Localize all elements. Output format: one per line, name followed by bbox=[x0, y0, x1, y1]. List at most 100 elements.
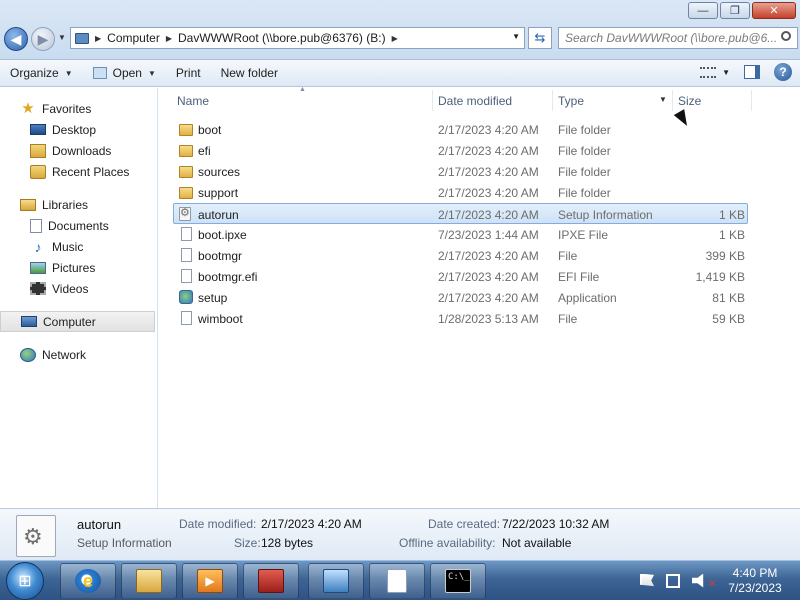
taskbar-remote-desktop[interactable] bbox=[308, 563, 364, 599]
file-date-modified: 2/17/2023 4:20 AM bbox=[438, 186, 539, 200]
file-row[interactable]: setup 2/17/2023 4:20 AM Application 81 KB bbox=[159, 287, 800, 308]
internet-explorer-icon: e bbox=[75, 569, 101, 593]
command-bar: Organize ▼ Open ▼ Print New folder ▼ ? bbox=[0, 60, 800, 87]
file-row[interactable]: support 2/17/2023 4:20 AM File folder bbox=[159, 182, 800, 203]
column-filter-dropdown-icon[interactable]: ▼ bbox=[659, 95, 667, 104]
file-size: 81 KB bbox=[712, 291, 745, 305]
remote-desktop-icon bbox=[323, 569, 349, 593]
clock[interactable]: 4:40 PM 7/23/2023 bbox=[720, 566, 790, 596]
desktop-icon bbox=[30, 124, 46, 135]
file-type: File folder bbox=[558, 123, 611, 137]
setup-app-icon bbox=[179, 290, 193, 304]
taskbar-windows-explorer[interactable] bbox=[121, 563, 177, 599]
file-date-modified: 2/17/2023 4:20 AM bbox=[438, 291, 539, 305]
maximize-button[interactable]: ❐ bbox=[720, 2, 750, 19]
open-icon bbox=[92, 67, 107, 79]
nav-computer[interactable]: Computer bbox=[0, 311, 155, 332]
start-button[interactable]: ⊞ bbox=[6, 562, 44, 600]
file-row[interactable]: bootmgr.efi 2/17/2023 4:20 AM EFI File 1,41… bbox=[159, 266, 800, 287]
taskbar-command-prompt[interactable]: C:\_ bbox=[430, 563, 486, 599]
breadcrumb-chevron-icon[interactable]: ▶ bbox=[95, 34, 101, 43]
open-button[interactable]: Open ▼ bbox=[83, 60, 166, 86]
file-row[interactable]: sources 2/17/2023 4:20 AM File folder bbox=[159, 161, 800, 182]
nav-music[interactable]: ♪ Music bbox=[0, 236, 157, 257]
nav-network[interactable]: Network bbox=[0, 344, 157, 365]
column-header-type[interactable]: Type bbox=[558, 94, 584, 108]
file-row[interactable]: bootmgr 2/17/2023 4:20 AM File 399 KB bbox=[159, 245, 800, 266]
nav-favorites[interactable]: ★ Favorites bbox=[0, 98, 157, 119]
file-row[interactable]: boot.ipxe 7/23/2023 1:44 AM IPXE File 1 KB bbox=[159, 224, 800, 245]
address-bar[interactable]: ▶ Computer ▶ DavWWWRoot (\\bore.pub@6376… bbox=[70, 27, 525, 49]
documents-icon bbox=[30, 218, 42, 233]
column-divider[interactable] bbox=[432, 90, 433, 111]
computer-icon bbox=[21, 316, 37, 327]
file-name: boot.ipxe bbox=[198, 228, 247, 242]
file-row[interactable]: boot 2/17/2023 4:20 AM File folder bbox=[159, 119, 800, 140]
help-icon[interactable]: ? bbox=[774, 63, 792, 81]
offline-availability-label: Offline availability: bbox=[399, 536, 496, 550]
command-prompt-icon: C:\_ bbox=[445, 569, 471, 593]
column-divider[interactable] bbox=[552, 90, 553, 111]
details-file-name: autorun bbox=[77, 517, 122, 532]
taskbar-media-player[interactable]: ▶ bbox=[182, 563, 238, 599]
address-dropdown-icon[interactable]: ▼ bbox=[512, 32, 520, 41]
breadcrumb-drive[interactable]: DavWWWRoot (\\bore.pub@6376) (B:) bbox=[178, 31, 386, 45]
nav-desktop[interactable]: Desktop bbox=[0, 119, 157, 140]
file-date-modified: 2/17/2023 4:20 AM bbox=[438, 123, 539, 137]
change-view-icon[interactable] bbox=[700, 66, 717, 78]
close-button[interactable]: ✕ bbox=[752, 2, 796, 19]
file-row[interactable]: wimboot 1/28/2023 5:13 AM File 59 KB bbox=[159, 308, 800, 329]
recent-places-icon bbox=[30, 164, 46, 179]
folder-icon bbox=[179, 124, 193, 136]
column-divider[interactable] bbox=[672, 90, 673, 111]
action-center-flag-icon[interactable] bbox=[640, 573, 654, 587]
libraries-icon bbox=[20, 198, 36, 211]
back-button[interactable]: ◀ bbox=[4, 27, 28, 51]
search-input[interactable]: Search DavWWWRoot (\\bore.pub@6... bbox=[558, 27, 798, 49]
network-status-icon[interactable] bbox=[666, 573, 680, 588]
dropdown-arrow-icon: ▼ bbox=[147, 68, 156, 78]
minimize-button[interactable]: — bbox=[688, 2, 718, 19]
forward-button[interactable]: ▶ bbox=[31, 27, 55, 51]
volume-icon[interactable] bbox=[692, 573, 704, 588]
file-date-modified: 2/17/2023 4:20 AM bbox=[438, 165, 539, 179]
breadcrumb-chevron-icon[interactable]: ▶ bbox=[166, 34, 172, 43]
nav-pictures[interactable]: Pictures bbox=[0, 257, 157, 278]
breadcrumb-computer[interactable]: Computer bbox=[107, 31, 160, 45]
file-row[interactable]: efi 2/17/2023 4:20 AM File folder bbox=[159, 140, 800, 161]
new-folder-label: New folder bbox=[220, 66, 278, 80]
nav-downloads[interactable]: Downloads bbox=[0, 140, 157, 161]
nav-videos[interactable]: Videos bbox=[0, 278, 157, 299]
nav-label: Recent Places bbox=[52, 164, 130, 179]
column-header-size[interactable]: Size bbox=[678, 94, 701, 108]
nav-label: Music bbox=[52, 239, 84, 254]
file-type: File folder bbox=[558, 186, 611, 200]
preview-pane-icon[interactable] bbox=[744, 65, 760, 79]
taskbar-document[interactable] bbox=[369, 563, 425, 599]
file-rows: boot 2/17/2023 4:20 AM File folder efi 2/17/… bbox=[159, 119, 800, 329]
file-name: bootmgr.efi bbox=[198, 270, 258, 284]
column-header-name[interactable]: Name bbox=[177, 94, 209, 108]
nav-libraries[interactable]: Libraries bbox=[0, 194, 157, 215]
new-folder-button[interactable]: New folder bbox=[211, 60, 288, 86]
nav-recent-places[interactable]: Recent Places bbox=[0, 161, 157, 182]
view-dropdown-icon[interactable]: ▼ bbox=[722, 68, 730, 77]
refresh-button[interactable]: ⇆ bbox=[528, 27, 552, 49]
recent-pages-dropdown[interactable]: ▼ bbox=[58, 33, 66, 42]
file-name: sources bbox=[198, 165, 241, 179]
file-name: boot bbox=[198, 123, 222, 137]
column-divider[interactable] bbox=[751, 90, 752, 111]
file-date-modified: 1/28/2023 5:13 AM bbox=[438, 312, 539, 326]
file-row[interactable]: autorun 2/17/2023 4:20 AM Setup Informatio… bbox=[173, 203, 748, 224]
file-type: File folder bbox=[558, 144, 611, 158]
date-modified-label: Date modified: bbox=[179, 517, 257, 531]
back-arrow-icon: ◀ bbox=[10, 30, 22, 47]
nav-label: Network bbox=[42, 347, 87, 362]
taskbar-internet-explorer[interactable]: e bbox=[60, 563, 116, 599]
print-button[interactable]: Print bbox=[166, 60, 211, 86]
organize-button[interactable]: Organize ▼ bbox=[0, 60, 83, 86]
nav-documents[interactable]: Documents bbox=[0, 215, 157, 236]
taskbar-toolbox[interactable] bbox=[243, 563, 299, 599]
column-header-date-modified[interactable]: Date modified bbox=[438, 94, 512, 108]
breadcrumb-chevron-icon[interactable]: ▶ bbox=[392, 34, 398, 43]
